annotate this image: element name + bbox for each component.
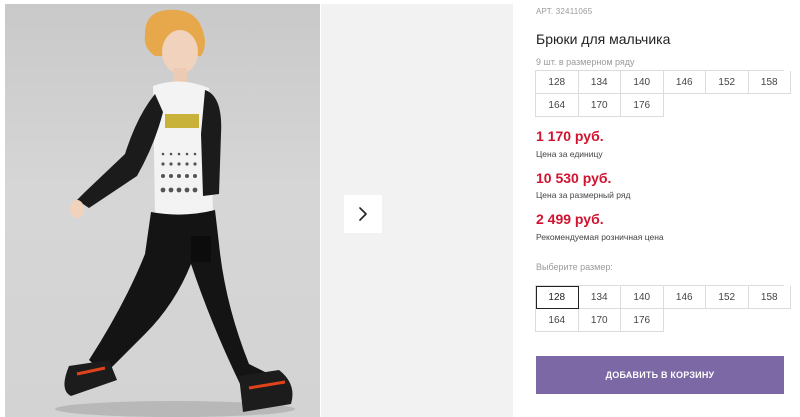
range-price: 10 530 руб. [536,170,612,186]
size-range-cell: 176 [621,94,664,117]
size-option[interactable]: 158 [748,286,791,309]
product-gallery [0,0,513,417]
product-title: Брюки для мальчика [536,31,671,47]
article-number: АРТ. 32411065 [536,7,593,16]
size-range-cell: 146 [663,71,706,94]
size-option[interactable]: 170 [578,309,621,332]
size-option[interactable]: 140 [621,286,664,309]
add-to-cart-button[interactable]: ДОБАВИТЬ В КОРЗИНУ [536,356,784,394]
size-range-label: 9 шт. в размерном ряду [536,57,635,67]
size-range-cell: 140 [621,71,664,94]
size-option[interactable]: 164 [536,309,579,332]
size-option[interactable]: 146 [663,286,706,309]
gallery-next-button[interactable] [344,195,382,233]
size-range-cell: 134 [578,71,621,94]
unit-price-label: Цена за единицу [536,149,603,159]
product-photo[interactable] [5,4,320,417]
size-range-cell: 128 [536,71,579,94]
size-selector: 128 134 140 146 152 158 164 170 176 [535,285,791,332]
size-option[interactable]: 176 [621,309,664,332]
size-option[interactable]: 134 [578,286,621,309]
retail-price-label: Рекомендуемая розничная цена [536,232,664,242]
size-range-cell: 164 [536,94,579,117]
unit-price: 1 170 руб. [536,128,604,144]
product-photo-illustration [55,9,295,417]
retail-price: 2 499 руб. [536,211,604,227]
choose-size-label: Выберите размер: [536,262,613,272]
size-range-cell: 152 [706,71,749,94]
range-price-label: Цена за размерный ряд [536,190,631,200]
size-range-grid: 128 134 140 146 152 158 164 170 176 [535,70,791,117]
chevron-right-icon [359,207,367,221]
size-range-cell: 170 [578,94,621,117]
size-range-cell: 158 [748,71,791,94]
size-option[interactable]: 152 [706,286,749,309]
size-option-selected[interactable]: 128 [536,286,579,309]
